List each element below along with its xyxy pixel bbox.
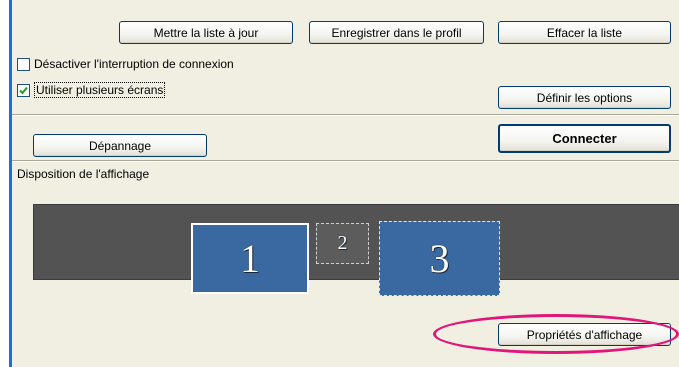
connect-button[interactable]: Connecter — [498, 124, 671, 153]
monitor-3[interactable]: 3 — [379, 221, 500, 296]
save-to-profile-label: Enregistrer dans le profil — [331, 25, 462, 40]
multi-monitor-label: Utiliser plusieurs écrans — [34, 82, 166, 98]
multi-monitor-checkbox[interactable]: Utiliser plusieurs écrans — [17, 82, 166, 98]
set-options-button[interactable]: Définir les options — [498, 86, 671, 109]
display-layout-area: 1 2 3 — [33, 204, 679, 296]
display-layout-title: Disposition de l'affichage — [17, 167, 150, 181]
checkbox-unchecked-icon[interactable] — [17, 57, 30, 71]
section-divider — [12, 160, 679, 162]
clear-list-label: Effacer la liste — [546, 25, 623, 40]
display-properties-label: Propriétés d'affichage — [526, 327, 643, 342]
monitor-1[interactable]: 1 — [191, 223, 309, 294]
save-to-profile-button[interactable]: Enregistrer dans le profil — [309, 21, 484, 44]
disable-reconnect-label: Désactiver l'interruption de connexion — [34, 57, 234, 71]
monitor-2-number: 2 — [337, 232, 348, 254]
update-list-label: Mettre la liste à jour — [153, 25, 259, 40]
connect-label: Connecter — [552, 131, 617, 146]
monitor-3-number: 3 — [429, 236, 450, 281]
monitor-1-number: 1 — [240, 236, 260, 281]
checkmark-icon[interactable] — [17, 83, 30, 97]
troubleshoot-button[interactable]: Dépannage — [33, 134, 207, 157]
clear-list-button[interactable]: Effacer la liste — [498, 21, 671, 44]
monitor-2[interactable]: 2 — [316, 223, 369, 264]
set-options-label: Définir les options — [536, 90, 633, 105]
section-divider — [12, 114, 679, 116]
troubleshoot-label: Dépannage — [88, 138, 152, 153]
display-properties-button[interactable]: Propriétés d'affichage — [498, 323, 671, 346]
update-list-button[interactable]: Mettre la liste à jour — [119, 21, 293, 44]
settings-panel — [12, 0, 679, 367]
disable-reconnect-checkbox[interactable]: Désactiver l'interruption de connexion — [17, 57, 234, 71]
